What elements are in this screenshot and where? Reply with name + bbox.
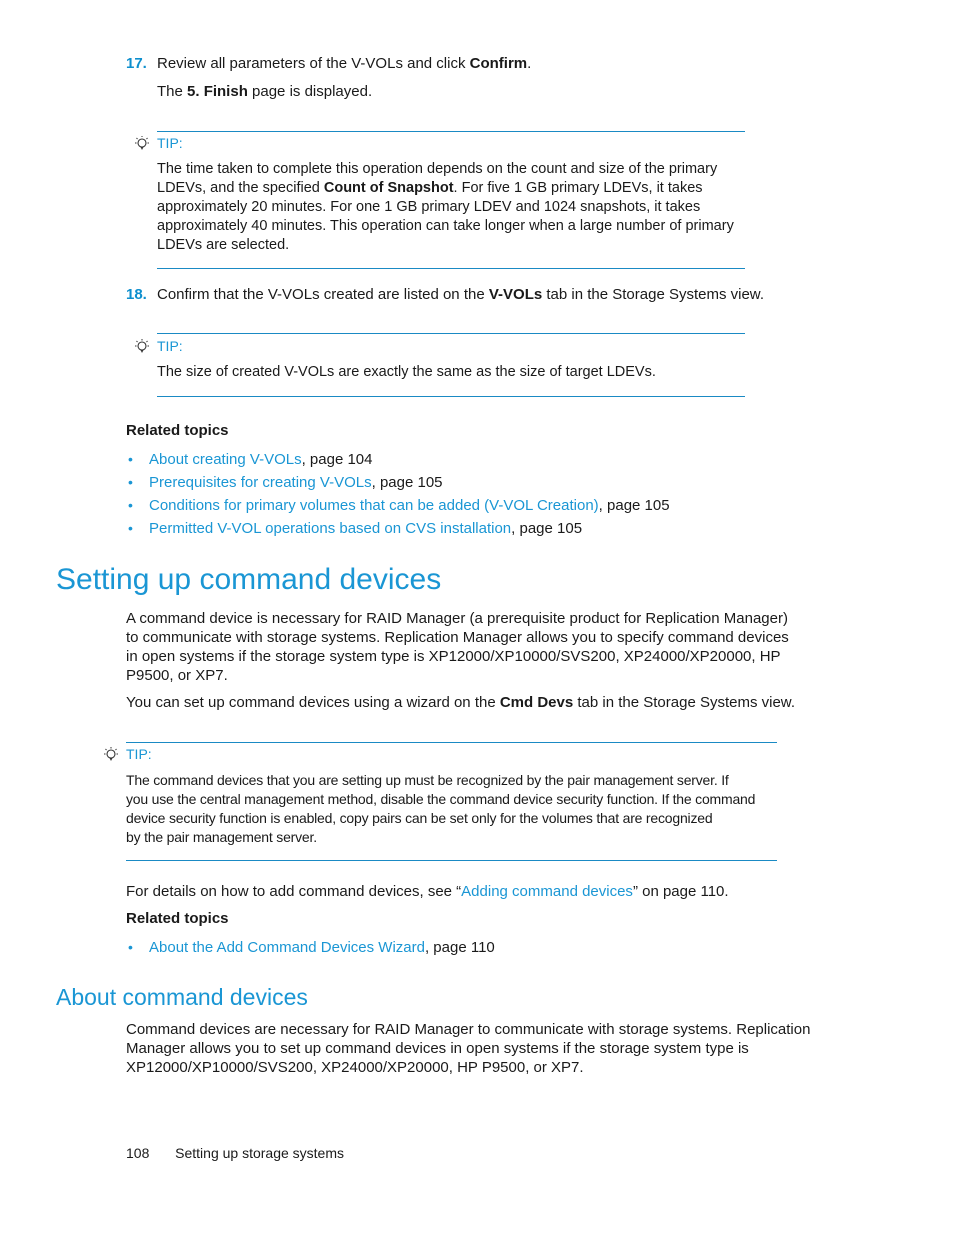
step-number: 18. — [126, 286, 147, 303]
related-topics-heading: Related topics — [126, 422, 229, 439]
tip-body: The size of created V-VOLs are exactly t… — [157, 364, 656, 380]
step-result: The 5. Finish page is displayed. — [157, 83, 373, 100]
page-footer: 108 Setting up storage systems — [126, 1145, 344, 1161]
bullet-icon: • — [128, 474, 133, 490]
related-topic-link[interactable]: Conditions for primary volumes that can … — [149, 497, 599, 514]
bullet-icon: • — [128, 939, 133, 955]
tip-label: TIP: — [126, 746, 152, 762]
tip-top-rule — [126, 742, 777, 743]
tip-bottom-rule — [157, 396, 745, 397]
bullet-icon: • — [128, 520, 133, 536]
lightbulb-icon — [104, 747, 118, 761]
related-topics-heading: Related topics — [126, 910, 229, 927]
bullet-icon: • — [128, 497, 133, 513]
section-title: Setting up command devices — [56, 563, 442, 596]
tip-top-rule — [157, 131, 745, 132]
bullet-icon: • — [128, 451, 133, 467]
related-topic-link[interactable]: Permitted V-VOL operations based on CVS … — [149, 520, 511, 537]
tip-bottom-rule — [126, 860, 777, 861]
subsection-body: Command devices are necessary for RAID M… — [126, 1021, 811, 1076]
tip-bottom-rule — [157, 268, 745, 269]
page-number: 108 — [126, 1145, 150, 1161]
footer-section: Setting up storage systems — [175, 1145, 345, 1161]
tip-body: The command devices that you are setting… — [126, 772, 756, 845]
related-topic-link[interactable]: About creating V-VOLs — [149, 451, 302, 468]
adding-command-devices-link[interactable]: Adding command devices — [461, 883, 633, 900]
tip-label: TIP: — [157, 338, 183, 354]
step-text: Review all parameters of the V-VOLs and … — [157, 55, 532, 72]
subsection-title: About command devices — [56, 984, 308, 1010]
tip-body: The time taken to complete this operatio… — [157, 161, 734, 253]
confirm-label: Confirm — [469, 55, 528, 72]
related-topic-link[interactable]: Prerequisites for creating V-VOLs — [149, 474, 372, 491]
step-text: Confirm that the V-VOLs created are list… — [157, 286, 764, 303]
lightbulb-icon — [135, 339, 149, 353]
lightbulb-icon — [135, 136, 149, 150]
step-number: 17. — [126, 55, 147, 72]
section-intro: A command device is necessary for RAID M… — [126, 610, 789, 684]
tip-top-rule — [157, 333, 745, 334]
section-para-2: You can set up command devices using a w… — [126, 694, 795, 711]
details-paragraph: For details on how to add command device… — [126, 883, 729, 900]
related-topic-link[interactable]: About the Add Command Devices Wizard — [149, 939, 425, 956]
tip-label: TIP: — [157, 135, 183, 151]
